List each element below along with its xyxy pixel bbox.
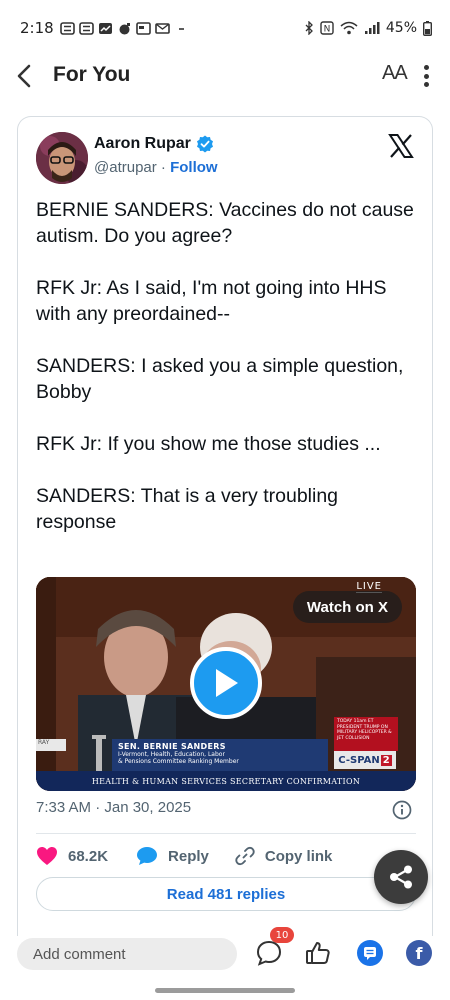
- heart-icon: [37, 847, 57, 865]
- x-logo-icon[interactable]: [388, 133, 414, 159]
- trending-icon: [98, 22, 112, 34]
- follow-link[interactable]: Follow: [170, 159, 218, 176]
- app-header: For You AA: [0, 56, 450, 96]
- notification-app-icon: [59, 21, 75, 35]
- bottom-bar: Add comment 10 f: [0, 927, 450, 974]
- back-arrow-icon: [17, 64, 31, 88]
- reply-label: Reply: [168, 847, 209, 865]
- facebook-icon: f: [406, 940, 432, 966]
- nfc-icon: N: [320, 21, 334, 35]
- author-name-text: Aaron Rupar: [94, 135, 191, 152]
- status-right: N 45%: [304, 20, 432, 36]
- author-handle: @atrupar · Follow: [94, 159, 218, 176]
- video-player[interactable]: LIVE Watch on X TODAY 11am ET PRESIDENT …: [36, 577, 416, 791]
- more-options-button[interactable]: [418, 62, 434, 90]
- status-time: 2:18: [20, 19, 54, 37]
- more-dot: [423, 82, 429, 87]
- network-logo: C-SPAN 2: [334, 751, 396, 769]
- avatar-image: [36, 132, 88, 184]
- chyron-bottom-bar: HEALTH & HUMAN SERVICES SECRETARY CONFIR…: [36, 771, 416, 791]
- read-replies-button[interactable]: Read 481 replies: [36, 877, 416, 911]
- messages-button[interactable]: [355, 938, 385, 968]
- like-thumb-button[interactable]: [303, 938, 333, 968]
- tweet-text: BERNIE SANDERS: Vaccines do not cause au…: [36, 199, 414, 533]
- notification-icons: [59, 21, 189, 35]
- chyron-name: SEN. BERNIE SANDERS: [118, 742, 226, 751]
- copy-link-label: Copy link: [264, 847, 333, 865]
- avatar[interactable]: [36, 132, 88, 184]
- play-icon: [216, 669, 238, 697]
- chyron-subtitle: I-Vermont, Health, Education, Labor: [118, 751, 225, 758]
- chyron-name-box: SEN. BERNIE SANDERS I-Vermont, Health, E…: [112, 739, 328, 771]
- more-dot: [423, 65, 429, 70]
- signal-icon: [364, 22, 380, 34]
- bluetooth-icon: [305, 21, 313, 35]
- divider: [36, 833, 416, 834]
- handle-separator: ·: [156, 159, 171, 176]
- back-button[interactable]: [10, 60, 38, 92]
- like-button[interactable]: 68.2K: [36, 846, 108, 866]
- battery-percent: 45%: [385, 20, 417, 36]
- reply-bubble-icon: [137, 847, 158, 865]
- thumbs-up-icon: [306, 942, 330, 964]
- home-indicator[interactable]: [155, 988, 295, 993]
- comments-count-badge: 10: [270, 927, 294, 943]
- news-box: TODAY 11am ET PRESIDENT TRUMP ON MILITAR…: [334, 717, 398, 751]
- app-icon: [119, 22, 130, 34]
- calendar-icon: [135, 21, 151, 35]
- author-name[interactable]: Aaron Rupar: [94, 135, 214, 153]
- notification-app-icon: [78, 21, 94, 35]
- mail-icon: [154, 22, 170, 34]
- handle-text: @atrupar: [94, 159, 157, 176]
- reply-button[interactable]: Reply: [136, 846, 209, 866]
- tweet-embed-card[interactable]: Aaron Rupar @atrupar · Follow BERNIE SAN…: [17, 116, 433, 936]
- messages-glyph: [364, 947, 376, 960]
- more-notifications-icon: [178, 27, 184, 30]
- share-icon: [390, 865, 412, 889]
- font-size-label: AA: [382, 62, 408, 84]
- messages-icon: [357, 940, 383, 966]
- page-title: For You: [53, 63, 131, 86]
- chyron-left-tag: RAY: [36, 739, 66, 751]
- tweet-timestamp[interactable]: 7:33 AM · Jan 30, 2025: [36, 799, 191, 816]
- add-comment-input[interactable]: Add comment: [17, 938, 237, 970]
- facebook-button[interactable]: f: [404, 938, 434, 968]
- font-size-button[interactable]: AA: [382, 62, 408, 85]
- like-count: 68.2K: [68, 847, 109, 865]
- share-button[interactable]: [374, 850, 428, 904]
- watch-on-x-button[interactable]: Watch on X: [292, 591, 402, 623]
- chyron-subtitle: & Pensions Committee Ranking Member: [118, 758, 239, 765]
- link-icon: [235, 846, 255, 866]
- more-dot: [423, 73, 429, 79]
- comment-bubble-icon: [256, 940, 282, 966]
- play-button[interactable]: [190, 647, 262, 719]
- verified-badge-icon: [196, 135, 213, 153]
- tweet-actions: 68.2K Reply Copy link: [36, 843, 416, 869]
- status-bar: 2:18 N 45%: [0, 0, 450, 56]
- battery-icon: [423, 20, 432, 36]
- copy-link-button[interactable]: Copy link: [235, 846, 333, 866]
- network-name: C-SPAN: [338, 754, 380, 766]
- network-number: 2: [380, 754, 392, 766]
- svg-text:N: N: [324, 25, 331, 35]
- info-icon[interactable]: [392, 800, 412, 820]
- wifi-icon: [340, 21, 358, 35]
